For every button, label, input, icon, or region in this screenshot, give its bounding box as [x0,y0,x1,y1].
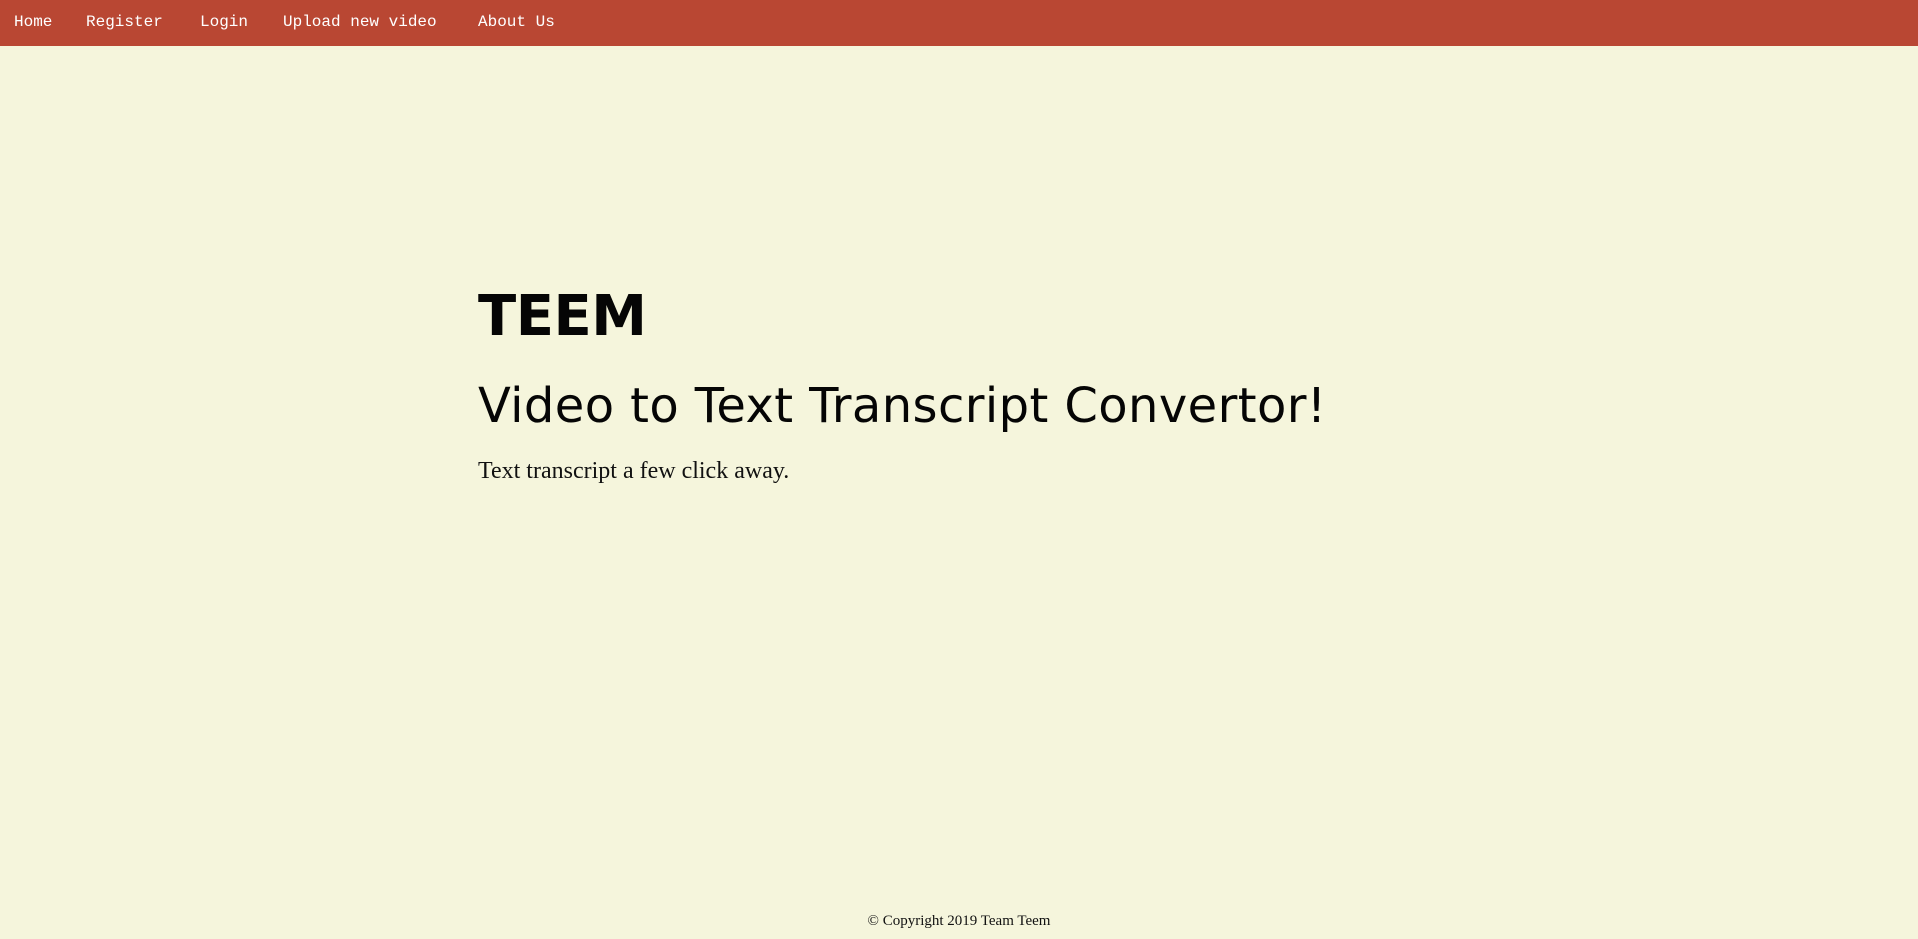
nav-login-link[interactable]: Login [200,13,248,31]
page-headline: Video to Text Transcript Convertor! [478,378,1327,434]
copyright-footer: © Copyright 2019 Team Teem [867,913,1051,929]
nav-home-link[interactable]: Home [14,13,52,31]
nav-upload-video-link[interactable]: Upload new video [283,13,437,31]
nav-register-link[interactable]: Register [86,13,163,31]
hero-section: TEEM Video to Text Transcript Convertor!… [478,0,1378,939]
page-tagline: Text transcript a few click away. [478,458,790,484]
brand-title: TEEM [478,284,647,349]
